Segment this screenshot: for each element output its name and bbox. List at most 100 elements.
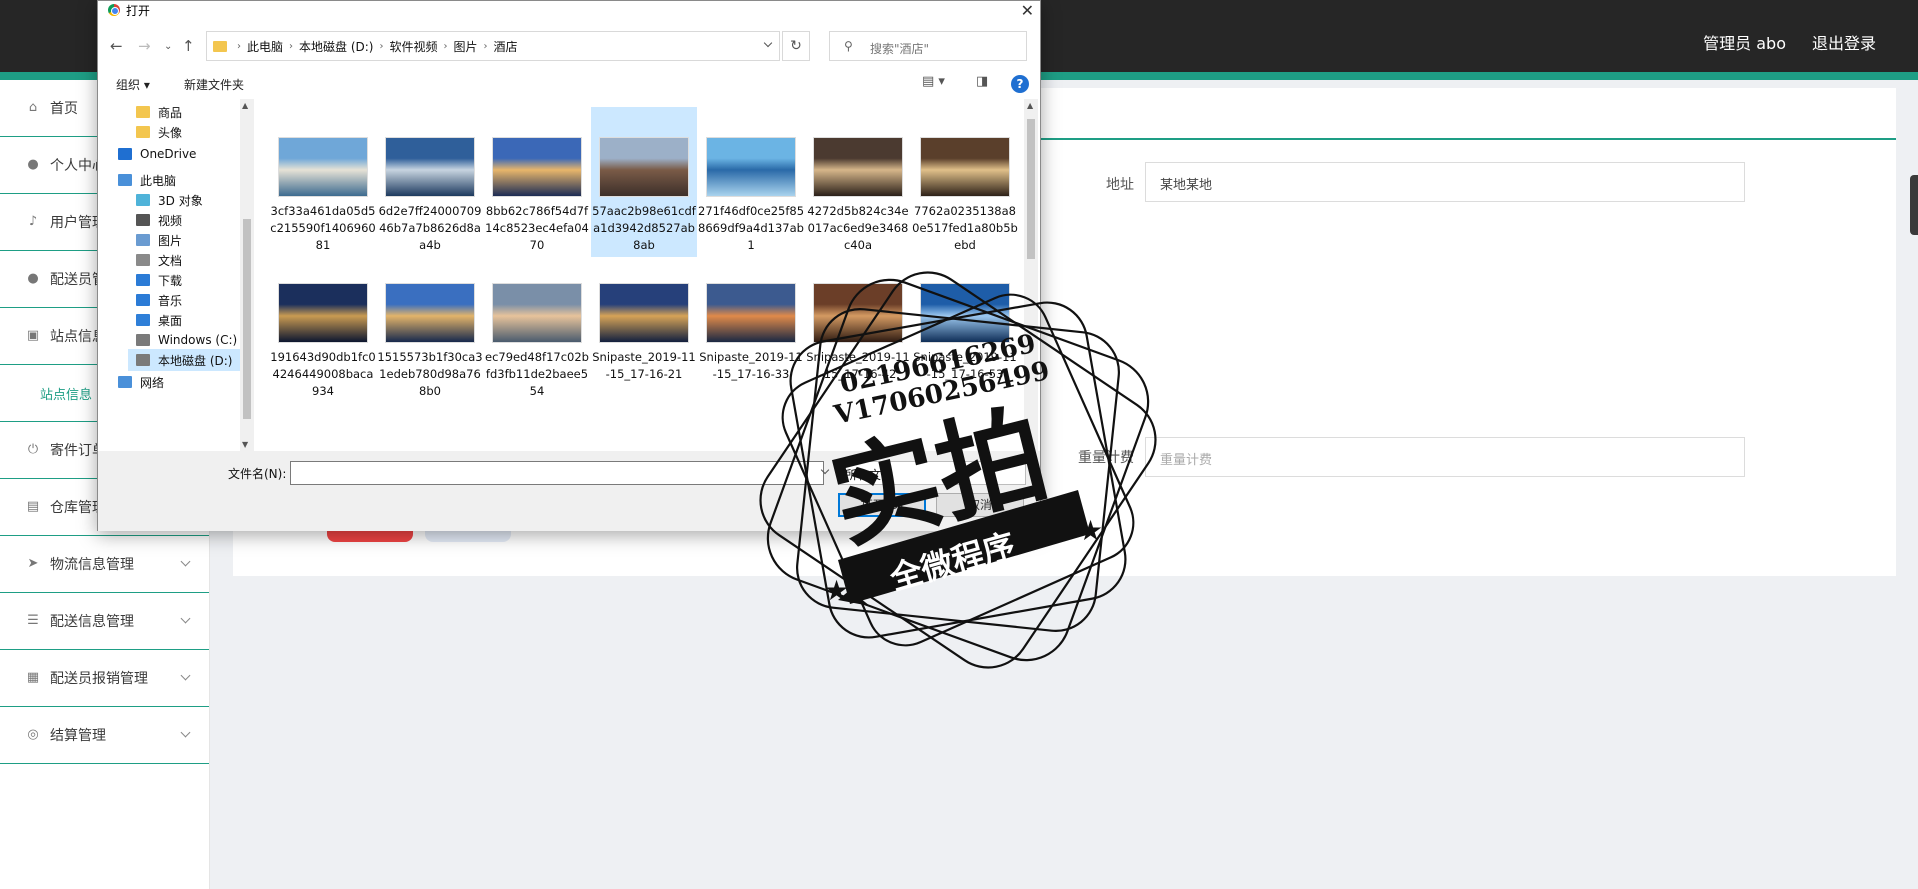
nav-item[interactable]: 本地磁盘 (D:) <box>128 349 241 371</box>
dialog-titlebar: 打开 <box>98 1 1040 19</box>
breadcrumb-item[interactable]: 本地磁盘 (D:) <box>299 38 373 55</box>
nav-item[interactable]: Windows (C:) <box>128 329 245 351</box>
breadcrumb-item[interactable]: 软件视频 <box>389 38 437 55</box>
breadcrumb-item[interactable]: 酒店 <box>494 38 518 55</box>
sidebar-item-logistics[interactable]: ➤ 物流信息管理 <box>0 536 209 593</box>
close-icon[interactable]: ✕ <box>1021 1 1034 20</box>
nav-item[interactable]: 音乐 <box>128 289 190 311</box>
nav-item[interactable]: 下载 <box>128 269 190 291</box>
scroll-up-icon[interactable]: ▲ <box>242 101 248 110</box>
file-tile[interactable]: 8bb62c786f54d7f14c8523ec4efa0470 <box>484 107 590 257</box>
sidebar-item-label: 首页 <box>50 101 78 117</box>
user-icon: ● <box>27 271 39 286</box>
chevron-down-icon <box>820 465 830 475</box>
help-icon[interactable]: ? <box>1011 75 1029 93</box>
file-name: Snipaste_2019-11-15_17-16-53 <box>913 350 1017 381</box>
nav-item-label: 此电脑 <box>140 173 177 188</box>
nav-item-label: 图片 <box>158 233 183 248</box>
scroll-up-icon[interactable]: ▲ <box>1027 101 1033 110</box>
view-options-icon[interactable]: ▤ ▾ <box>922 74 945 89</box>
file-tile[interactable]: 1515573b1f30ca31edeb780d98a768b0 <box>377 259 483 409</box>
nav-item-label: 下载 <box>158 273 183 288</box>
file-tile[interactable]: Snipaste_2019-11-15_17-16-21 <box>591 259 697 409</box>
file-tile[interactable]: ec79ed48f17c02bfd3fb11de2baee554 <box>484 259 590 409</box>
file-tile[interactable]: 4272d5b824c34e017ac6ed9e3468c40a <box>805 107 911 257</box>
file-name: 1515573b1f30ca31edeb780d98a768b0 <box>377 350 483 398</box>
file-name: 6d2e7ff2400070946b7a7b8626d8aa4b <box>378 204 482 252</box>
nav-item-label: 音乐 <box>158 293 183 308</box>
organize-button[interactable]: 组织 ▾ <box>116 76 150 93</box>
up-arrow-icon[interactable]: ↑ <box>182 37 195 55</box>
file-tile[interactable]: Snipaste_2019-11-15_17-16-33 <box>698 259 804 409</box>
image-thumbnail <box>492 283 582 343</box>
sidebar-item-label: 配送信息管理 <box>50 614 134 630</box>
nav-item-label: 网络 <box>140 375 165 390</box>
nav-item[interactable]: 桌面 <box>128 309 190 331</box>
preview-pane-icon[interactable]: ◨ <box>976 74 988 89</box>
star-icon: ★ <box>824 574 849 607</box>
nav-item[interactable]: 3D 对象 <box>128 189 211 211</box>
file-tile[interactable]: 57aac2b98e61cdfa1d3942d8527ab8ab <box>591 107 697 257</box>
nav-scrollbar[interactable]: ▲ ▼ <box>240 99 254 451</box>
file-tile[interactable]: 271f46df0ce25f858669df9a4d137ab1 <box>698 107 804 257</box>
network-icon <box>118 376 132 388</box>
chevron-down-icon <box>180 727 191 738</box>
scroll-down-icon[interactable]: ▼ <box>242 440 248 449</box>
page-scrollbar[interactable] <box>1910 175 1918 235</box>
refresh-icon: ↻ <box>790 38 802 54</box>
logout-link[interactable]: 退出登录 <box>1812 30 1876 54</box>
nav-item[interactable]: 视频 <box>128 209 190 231</box>
dialog-footer: 文件名(N): 所有文件 打开(O) 取消 <box>98 451 1040 531</box>
chevron-right-icon: › <box>289 40 294 52</box>
cube-icon <box>136 194 150 206</box>
nav-item[interactable]: 文档 <box>128 249 190 271</box>
nav-scroll-thumb[interactable] <box>243 219 251 419</box>
file-name: 271f46df0ce25f858669df9a4d137ab1 <box>698 204 805 252</box>
breadcrumb-item[interactable]: 此电脑 <box>247 38 283 55</box>
video-icon <box>136 214 150 226</box>
breadcrumb-item[interactable]: 图片 <box>454 38 478 55</box>
file-tile[interactable]: Snipaste_2019-11-15_17-16-53 <box>912 259 1018 409</box>
chevron-down-icon[interactable]: ⌄ <box>164 41 172 52</box>
filename-input[interactable] <box>290 461 824 485</box>
weight-fee-field[interactable]: 重量计费 <box>1145 437 1745 477</box>
file-tile[interactable]: 3cf33a461da05d5c215590f140696081 <box>270 107 376 257</box>
nav-item-label: OneDrive <box>140 147 197 161</box>
file-name: 7762a0235138a80e517fed1a80b5bebd <box>912 204 1018 252</box>
nav-item[interactable]: 网络 <box>110 371 172 393</box>
chevron-down-icon[interactable] <box>763 38 773 48</box>
back-arrow-icon[interactable]: ← <box>110 37 123 55</box>
file-tile[interactable]: 191643d90db1fc04246449008baca934 <box>270 259 376 409</box>
nav-item[interactable]: 此电脑 <box>110 169 184 191</box>
sidebar-item-settlement[interactable]: ◎ 结算管理 <box>0 707 209 764</box>
nav-item[interactable]: OneDrive <box>110 143 204 165</box>
file-tile[interactable]: 6d2e7ff2400070946b7a7b8626d8aa4b <box>377 107 483 257</box>
power-icon: ⏻ <box>27 442 39 457</box>
chevron-right-icon: › <box>379 40 384 52</box>
nav-item[interactable]: 图片 <box>128 229 190 251</box>
scroll-down-icon[interactable]: ▼ <box>1027 440 1033 449</box>
nav-item[interactable]: 头像 <box>128 121 190 143</box>
file-scrollbar[interactable]: ▲ ▼ <box>1024 99 1038 451</box>
sliders-icon: ☰ <box>27 613 39 628</box>
refresh-button[interactable]: ↻ <box>782 31 810 61</box>
sidebar-item-delivery[interactable]: ☰ 配送信息管理 <box>0 593 209 650</box>
search-input[interactable]: ⚲ 搜索"酒店" <box>829 31 1027 61</box>
image-thumbnail <box>920 283 1010 343</box>
filename-dropdown[interactable] <box>816 461 832 485</box>
filetype-select[interactable]: 所有文件 <box>838 461 1026 485</box>
nav-item[interactable]: 商品 <box>128 101 190 123</box>
address-row: ← → ⌄ ↑ › 此电脑 › 本地磁盘 (D:) › 软件视频 › 图片 › … <box>98 29 1040 63</box>
forward-arrow-icon[interactable]: → <box>138 37 151 55</box>
image-thumbnail <box>706 137 796 197</box>
file-scroll-thumb[interactable] <box>1027 119 1035 259</box>
cancel-button[interactable]: 取消 <box>936 493 1024 517</box>
sidebar-item-reimbursement[interactable]: ▦ 配送员报销管理 <box>0 650 209 707</box>
address-bar[interactable]: › 此电脑 › 本地磁盘 (D:) › 软件视频 › 图片 › 酒店 <box>206 31 780 61</box>
address-field[interactable]: 某地某地 <box>1145 162 1745 202</box>
file-tile[interactable]: Snipaste_2019-11-15_17-16-42 <box>805 259 911 409</box>
new-folder-button[interactable]: 新建文件夹 <box>184 76 244 93</box>
file-tile[interactable]: 7762a0235138a80e517fed1a80b5bebd <box>912 107 1018 257</box>
open-button[interactable]: 打开(O) <box>838 493 926 517</box>
search-placeholder: 搜索"酒店" <box>870 42 930 56</box>
